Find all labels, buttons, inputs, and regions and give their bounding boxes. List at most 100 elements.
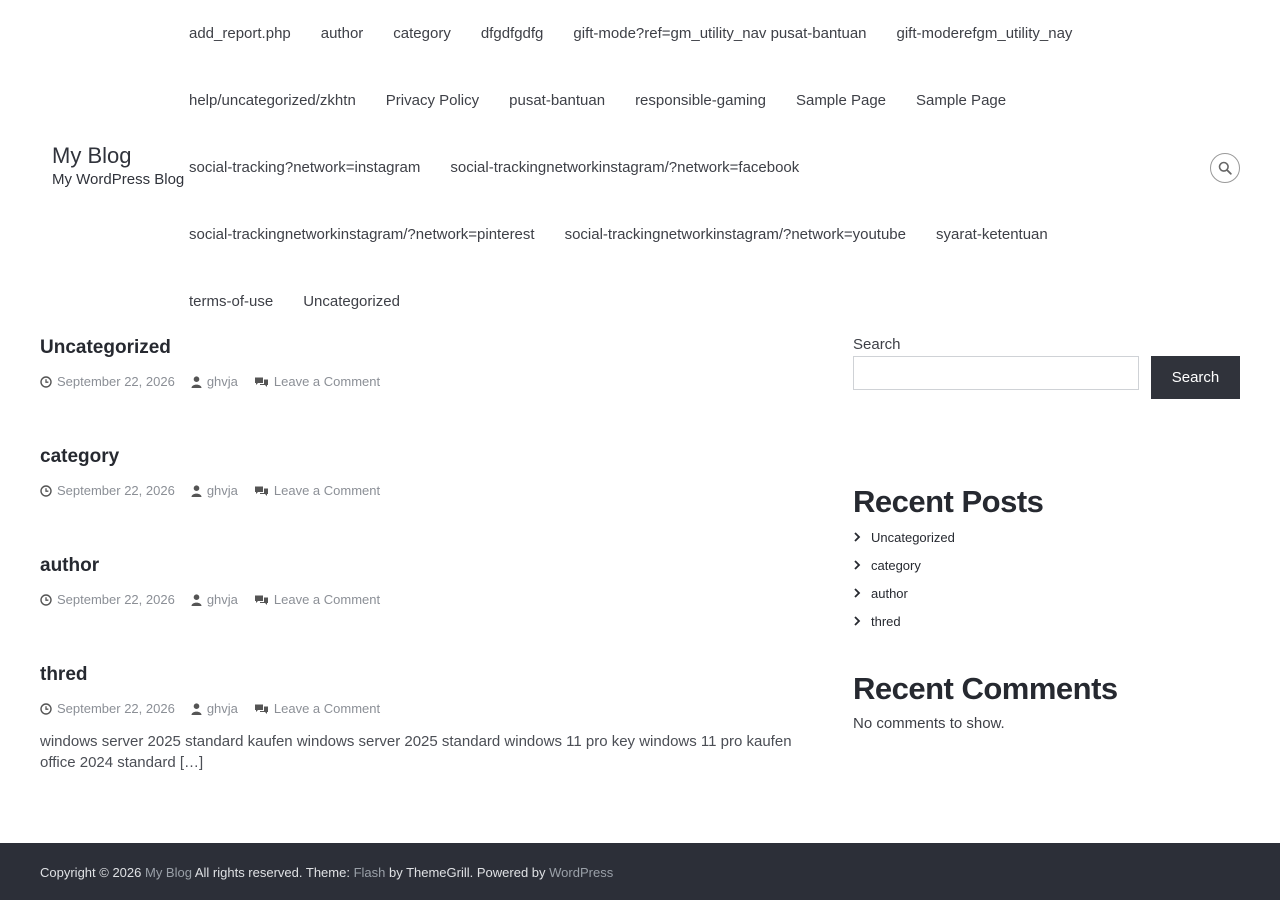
- post-date[interactable]: September 22, 2026: [40, 701, 175, 716]
- recent-posts-list: Uncategorized category author thred: [853, 523, 955, 635]
- post-title[interactable]: thred: [40, 663, 830, 687]
- nav-item[interactable]: terms-of-use: [189, 293, 273, 310]
- post-comments-text: Leave a Comment: [273, 374, 381, 389]
- post-date[interactable]: September 22, 2026: [40, 483, 175, 498]
- post-meta: September 22, 2026 ghvja Leave a Comment: [40, 701, 396, 716]
- rights-text: All rights reserved. Theme:: [191, 865, 354, 880]
- nav-item[interactable]: gift-mode?ref=gm_utility_nav pusat-bantu…: [573, 25, 866, 42]
- post-author[interactable]: ghvja: [191, 592, 238, 607]
- post-item: author September 22, 2026 ghvja Leave a Com…: [40, 554, 830, 607]
- nav-row: social-tracking?network=instagram social-…: [189, 134, 1179, 201]
- post-author[interactable]: ghvja: [191, 483, 238, 498]
- post-date-text: September 22, 2026: [57, 701, 175, 716]
- post-title[interactable]: Uncategorized: [40, 336, 830, 360]
- header-search-button[interactable]: [1210, 153, 1240, 183]
- recent-post-item: author: [853, 579, 955, 607]
- nav-item[interactable]: add_report.php: [189, 25, 291, 42]
- primary-navigation: add_report.php author category dfgdfgdfg gif…: [189, 0, 1179, 335]
- post-meta: September 22, 2026 ghvja Leave a Comment: [40, 483, 396, 498]
- post-title[interactable]: author: [40, 554, 830, 578]
- post-author-text: ghvja: [206, 374, 238, 389]
- nav-item[interactable]: category: [393, 25, 451, 42]
- post-comments-link[interactable]: Leave a Comment: [254, 701, 380, 716]
- nav-row: terms-of-use Uncategorized: [189, 268, 1179, 335]
- by-text: by ThemeGrill. Powered by: [385, 865, 550, 880]
- nav-item[interactable]: syarat-ketentuan: [936, 226, 1048, 243]
- nav-item[interactable]: help/uncategorized/zkhtn: [189, 92, 356, 109]
- site-branding: My Blog My WordPress Blog: [52, 143, 184, 190]
- post-title[interactable]: category: [40, 445, 830, 469]
- search-button[interactable]: Search: [1151, 356, 1240, 399]
- comments-icon: [254, 595, 268, 605]
- copyright-text: Copyright © 2026: [40, 865, 145, 880]
- nav-item[interactable]: social-trackingnetworkinstagram/?network…: [450, 159, 799, 176]
- post-excerpt: windows server 2025 standard kaufen wind…: [40, 733, 792, 771]
- recent-comments-title: Recent Comments: [853, 671, 1118, 706]
- recent-post-link[interactable]: thred: [871, 614, 901, 629]
- nav-item[interactable]: Privacy Policy: [386, 92, 479, 109]
- nav-row: help/uncategorized/zkhtn Privacy Policy pu…: [189, 67, 1179, 134]
- no-comments-text: No comments to show.: [853, 715, 1005, 732]
- recent-post-item: category: [853, 551, 955, 579]
- nav-item[interactable]: Sample Page: [916, 92, 1006, 109]
- post-comments-link[interactable]: Leave a Comment: [254, 592, 380, 607]
- recent-post-item: Uncategorized: [853, 523, 955, 551]
- nav-item[interactable]: Uncategorized: [303, 293, 400, 310]
- post-comments-link[interactable]: Leave a Comment: [254, 483, 380, 498]
- nav-item[interactable]: social-tracking?network=instagram: [189, 159, 420, 176]
- post-date-text: September 22, 2026: [57, 483, 175, 498]
- post-author-text: ghvja: [206, 701, 238, 716]
- post-author[interactable]: ghvja: [191, 374, 238, 389]
- footer-wordpress-link[interactable]: WordPress: [549, 865, 613, 880]
- sidebar: Search Search Recent Posts Uncategorized…: [853, 336, 1240, 732]
- search-icon: [1218, 161, 1232, 175]
- footer-theme-link[interactable]: Flash: [354, 865, 386, 880]
- nav-item[interactable]: responsible-gaming: [635, 92, 766, 109]
- post-meta: September 22, 2026 ghvja Leave a Comment: [40, 592, 396, 607]
- nav-item[interactable]: pusat-bantuan: [509, 92, 605, 109]
- user-icon: [191, 702, 202, 715]
- chevron-right-icon: [854, 588, 861, 598]
- nav-row: add_report.php author category dfgdfgdfg gif…: [189, 0, 1179, 67]
- post-date[interactable]: September 22, 2026: [40, 592, 175, 607]
- recent-post-link[interactable]: category: [871, 558, 921, 573]
- post-comments-link[interactable]: Leave a Comment: [254, 374, 380, 389]
- recent-post-link[interactable]: author: [871, 586, 908, 601]
- nav-item[interactable]: social-trackingnetworkinstagram/?network…: [189, 226, 535, 243]
- site-header: My Blog My WordPress Blog add_report.php…: [0, 0, 1280, 335]
- recent-post-item: thred: [853, 607, 955, 635]
- post-author[interactable]: ghvja: [191, 701, 238, 716]
- chevron-right-icon: [854, 560, 861, 570]
- nav-item[interactable]: author: [321, 25, 364, 42]
- nav-item[interactable]: Sample Page: [796, 92, 886, 109]
- post-comments-text: Leave a Comment: [273, 483, 381, 498]
- post-date-text: September 22, 2026: [57, 374, 175, 389]
- nav-item[interactable]: social-trackingnetworkinstagram/?network…: [565, 226, 906, 243]
- recent-post-link[interactable]: Uncategorized: [871, 530, 955, 545]
- clock-icon: [40, 702, 52, 715]
- nav-item[interactable]: gift-moderefgm_utility_nay: [897, 25, 1073, 42]
- post-date[interactable]: September 22, 2026: [40, 374, 175, 389]
- comments-icon: [254, 486, 268, 496]
- nav-row: social-trackingnetworkinstagram/?network…: [189, 201, 1179, 268]
- site-footer: Copyright © 2026 My Blog All rights rese…: [0, 843, 1280, 900]
- comments-icon: [254, 704, 268, 714]
- post-item: category September 22, 2026 ghvja Leave a C…: [40, 445, 830, 498]
- post-meta: September 22, 2026 ghvja Leave a Comment: [40, 374, 396, 389]
- search-input[interactable]: [853, 356, 1139, 390]
- user-icon: [191, 484, 202, 497]
- site-title[interactable]: My Blog: [52, 143, 184, 169]
- search-label: Search: [853, 336, 901, 353]
- post-date-text: September 22, 2026: [57, 592, 175, 607]
- nav-item[interactable]: dfgdfgdfg: [481, 25, 544, 42]
- recent-posts-title: Recent Posts: [853, 484, 1044, 519]
- clock-icon: [40, 484, 52, 497]
- post-comments-text: Leave a Comment: [273, 701, 381, 716]
- clock-icon: [40, 375, 52, 388]
- post-item: Uncategorized September 22, 2026 ghvja Leav…: [40, 336, 830, 389]
- footer-site-link[interactable]: My Blog: [145, 865, 192, 880]
- clock-icon: [40, 593, 52, 606]
- post-author-text: ghvja: [206, 483, 238, 498]
- site-description: My WordPress Blog: [52, 171, 185, 188]
- chevron-right-icon: [854, 532, 861, 542]
